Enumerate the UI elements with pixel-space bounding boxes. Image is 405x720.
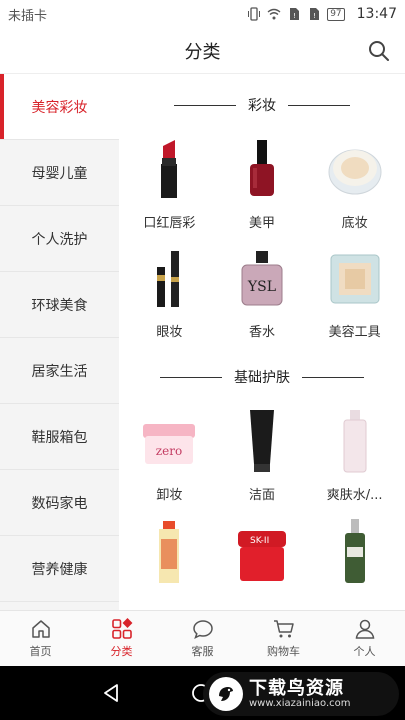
tile-label: 洁面: [248, 488, 275, 503]
category-tile-lipstick[interactable]: 口红唇彩: [123, 136, 216, 231]
no-sim-icon-2: !: [310, 8, 320, 20]
sidebar-item-shoes-bags[interactable]: 鞋服箱包: [0, 404, 119, 470]
category-icon: [111, 618, 132, 639]
section-header-skincare: 基础护肤: [119, 346, 405, 408]
tab-label: 分类: [110, 645, 133, 658]
category-tile-perfume[interactable]: YSL 香水: [216, 245, 309, 340]
tile-label: 美甲: [248, 216, 275, 231]
tab-cart[interactable]: 购物车: [243, 611, 324, 666]
sidebar-item-label: 居家生活: [31, 363, 88, 380]
cart-icon: [273, 620, 294, 638]
cream-jar-icon: SK-II: [229, 517, 295, 583]
cleanser-tube-icon: [229, 408, 295, 474]
tab-label: 购物车: [267, 645, 300, 658]
clock: 13:47: [356, 6, 397, 22]
home-icon: [31, 620, 50, 638]
category-content: 彩妆 口红唇彩 美甲 底妆 眼妆 YSL 香水 美容工具 基础护肤 zero 卸…: [119, 74, 405, 610]
serum-bottle-icon: [322, 517, 388, 583]
sidebar-item-global-food[interactable]: 环球美食: [0, 272, 119, 338]
cushion-compact-icon: [322, 136, 388, 202]
vibrate-icon: [248, 7, 261, 21]
bottom-tab-bar: 首页 分类 客服 购物车 个人: [0, 610, 405, 666]
category-tile-cleanser[interactable]: 洁面: [216, 408, 309, 503]
tile-label: 口红唇彩: [143, 216, 196, 231]
tile-label: 底妆: [341, 216, 368, 231]
category-tile-essence[interactable]: [123, 517, 216, 593]
sidebar-item-mother-baby[interactable]: 母婴儿童: [0, 140, 119, 206]
skincare-grid: zero 卸妆 洁面 爽肤水/... SK-II: [119, 408, 405, 593]
makeup-sponge-icon: [322, 245, 388, 311]
category-tile-makeup-remover[interactable]: zero 卸妆: [123, 408, 216, 503]
lipstick-icon: [136, 136, 202, 202]
tab-label: 客服: [191, 645, 214, 658]
category-tile-nail[interactable]: 美甲: [216, 136, 309, 231]
watermark-url: www.xiazainiao.com: [249, 698, 351, 710]
status-bar: 未插卡 ! ! 97 13:47: [0, 0, 405, 28]
nail-polish-icon: [229, 136, 295, 202]
watermark-text: 下载鸟资源: [249, 677, 344, 699]
toner-bottle-icon: [322, 408, 388, 474]
svg-text:!: !: [313, 12, 316, 20]
sidebar-item-home-living[interactable]: 居家生活: [0, 338, 119, 404]
divider: [288, 104, 350, 106]
back-icon[interactable]: [100, 682, 122, 704]
system-nav-bar: 下载鸟资源 www.xiazainiao.com: [0, 666, 405, 720]
sidebar-item-label: 母婴儿童: [31, 165, 88, 182]
category-tile-cream[interactable]: SK-II: [216, 517, 309, 593]
tile-label: 爽肤水/...: [326, 488, 383, 503]
essence-bottle-icon: [136, 517, 202, 583]
sidebar-item-beauty-makeup[interactable]: 美容彩妆: [0, 74, 119, 140]
sidebar-item-label: 环球美食: [31, 297, 88, 314]
divider: [174, 104, 236, 106]
chat-bubble-icon: [192, 620, 213, 639]
sidebar-item-label: 鞋服箱包: [31, 429, 88, 446]
sidebar-item-digital-appliances[interactable]: 数码家电: [0, 470, 119, 536]
category-tile-foundation[interactable]: 底妆: [308, 136, 401, 231]
sidebar-item-label: 个人洗护: [31, 231, 88, 248]
search-icon[interactable]: [367, 39, 391, 63]
sidebar-item-personal-care[interactable]: 个人洗护: [0, 206, 119, 272]
tab-label: 个人: [353, 645, 376, 658]
tab-service[interactable]: 客服: [162, 611, 243, 666]
no-sim-icon: !: [290, 8, 300, 20]
sidebar-item-label: 营养健康: [31, 561, 88, 578]
tab-label: 首页: [29, 645, 52, 658]
section-title: 彩妆: [248, 98, 276, 114]
divider: [160, 376, 222, 378]
svg-text:!: !: [293, 12, 296, 20]
sidebar-item-label: 数码家电: [31, 495, 88, 512]
eyeliner-icon: [136, 245, 202, 311]
tile-label: 香水: [248, 325, 275, 340]
svg-text:YSL: YSL: [247, 279, 276, 295]
wifi-icon: [267, 8, 281, 20]
tab-home[interactable]: 首页: [0, 611, 81, 666]
category-tile-eye[interactable]: 眼妆: [123, 245, 216, 340]
svg-text:SK-II: SK-II: [250, 536, 269, 546]
tile-label: 美容工具: [328, 325, 381, 340]
sim-status: 未插卡: [8, 8, 48, 24]
section-header-makeup: 彩妆: [119, 74, 405, 136]
tile-label: 卸妆: [156, 488, 183, 503]
bird-logo-icon: [209, 677, 243, 711]
category-tile-toner[interactable]: 爽肤水/...: [308, 408, 401, 503]
tile-label: 眼妆: [156, 325, 183, 340]
perfume-bottle-icon: YSL: [229, 245, 295, 311]
app-header: 分类: [0, 28, 405, 74]
battery-icon: 97: [327, 7, 345, 21]
page-title: 分类: [184, 41, 221, 63]
category-tile-tools[interactable]: 美容工具: [308, 245, 401, 340]
person-icon: [355, 619, 374, 639]
watermark-logo: 下载鸟资源 www.xiazainiao.com: [203, 672, 399, 716]
section-title: 基础护肤: [234, 370, 290, 386]
sidebar-item-label: 美容彩妆: [31, 99, 88, 116]
tab-category[interactable]: 分类: [81, 611, 162, 666]
category-tile-serum[interactable]: [308, 517, 401, 593]
category-sidebar: 美容彩妆 母婴儿童 个人洗护 环球美食 居家生活 鞋服箱包 数码家电 营养健康: [0, 74, 119, 610]
tab-profile[interactable]: 个人: [324, 611, 405, 666]
sidebar-item-nutrition-health[interactable]: 营养健康: [0, 536, 119, 602]
divider: [302, 376, 364, 378]
cleansing-balm-jar-icon: zero: [136, 408, 202, 474]
svg-text:zero: zero: [156, 444, 182, 458]
makeup-grid: 口红唇彩 美甲 底妆 眼妆 YSL 香水 美容工具: [119, 136, 405, 340]
